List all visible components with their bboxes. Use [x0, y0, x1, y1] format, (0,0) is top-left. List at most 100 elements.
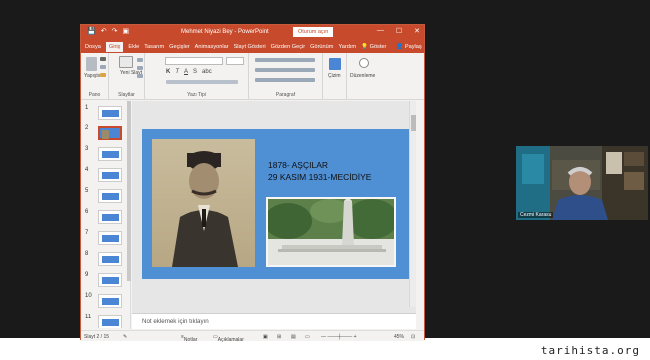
- slide-count: Slayt 2 / 15: [84, 334, 110, 340]
- slide-sorter-icon[interactable]: ⊞: [277, 334, 281, 340]
- slide-thumbnail[interactable]: 11: [85, 314, 125, 328]
- reset-icon[interactable]: [137, 66, 143, 70]
- tab-design[interactable]: Tasarım: [144, 44, 164, 50]
- font-group-label: Yazı Tipi: [187, 92, 206, 98]
- slides-group-label: Slaytlar: [118, 92, 135, 98]
- font-color-row[interactable]: [166, 80, 238, 84]
- spellcheck-icon[interactable]: ✎: [123, 334, 127, 340]
- portrait-image: [172, 151, 238, 267]
- paragraph-group-label: Paragraf: [275, 92, 296, 98]
- layout-icon[interactable]: [137, 58, 143, 62]
- slide-thumbnail[interactable]: 5: [85, 188, 125, 204]
- signin-button[interactable]: Oturum açın: [293, 27, 334, 37]
- thumbnail-scrollbar[interactable]: [127, 101, 131, 281]
- font-size-dropdown[interactable]: [226, 57, 244, 65]
- slide-thumbnail[interactable]: 3: [85, 146, 125, 162]
- slide-thumbnail[interactable]: 7: [85, 230, 125, 246]
- copy-icon[interactable]: [100, 65, 106, 69]
- format-painter-icon[interactable]: [100, 73, 106, 77]
- italic-button[interactable]: T: [175, 69, 179, 75]
- section-icon[interactable]: [137, 74, 143, 78]
- tab-help[interactable]: Yardım: [338, 44, 356, 50]
- lightbulb-icon: 💡: [361, 43, 369, 50]
- clipboard-group: Yapıştır Pano: [81, 53, 109, 100]
- tab-insert[interactable]: Ekle: [128, 44, 139, 50]
- window-title: Mehmet Niyazi Bey - PowerPoint: [181, 29, 269, 35]
- slide-text-box[interactable]: 1878- AŞÇILAR 29 KASIM 1931-MECİDİYE: [268, 159, 371, 183]
- shadow-button[interactable]: abc: [202, 69, 212, 75]
- bullets-icon[interactable]: [255, 58, 315, 62]
- strikethrough-button[interactable]: S: [193, 69, 197, 75]
- maximize-button[interactable]: ☐: [396, 27, 402, 35]
- undo-icon[interactable]: ↶: [101, 28, 107, 36]
- slide-scrollbar[interactable]: [409, 101, 416, 307]
- tab-animations[interactable]: Animasyonlar: [195, 44, 229, 50]
- share-icon: 👤: [396, 43, 404, 50]
- tab-review[interactable]: Gözden Geçir: [271, 44, 306, 50]
- watermark: tarihista.org: [540, 344, 640, 357]
- editing-label[interactable]: Düzenleme: [350, 73, 375, 79]
- current-slide[interactable]: 1878- AŞÇILAR 29 KASIM 1931-MECİDİYE: [142, 129, 412, 279]
- tellme-search[interactable]: 💡 Göster: [361, 44, 386, 50]
- normal-view-icon[interactable]: ▣: [263, 334, 268, 340]
- tab-file[interactable]: Dosya: [85, 44, 101, 50]
- slide-text-line: 1878- AŞÇILAR: [268, 160, 329, 170]
- text-direction-icon[interactable]: [255, 78, 315, 82]
- font-name-dropdown[interactable]: [165, 57, 223, 65]
- comments-button[interactable]: ▭ Açıklamalar: [213, 334, 244, 343]
- new-slide-icon[interactable]: [119, 56, 133, 68]
- paste-label: Yapıştır: [84, 73, 101, 79]
- slide-text-line: 29 KASIM 1931-MECİDİYE: [268, 172, 372, 182]
- drawing-group: Çizim: [323, 53, 347, 100]
- tab-slideshow[interactable]: Slayt Gösteri: [234, 44, 266, 50]
- slide-thumbnail[interactable]: 10: [85, 293, 125, 309]
- tab-transitions[interactable]: Geçişler: [169, 44, 190, 50]
- redo-icon[interactable]: ↷: [112, 28, 118, 36]
- powerpoint-window: 💾 ↶ ↷ ▣ Mehmet Niyazi Bey - PowerPoint O…: [80, 24, 425, 343]
- alignment-icon[interactable]: [255, 68, 315, 72]
- slide-thumbnail[interactable]: 9: [85, 272, 125, 288]
- bold-button[interactable]: K: [166, 69, 170, 75]
- memorial-photo[interactable]: [266, 197, 396, 267]
- find-icon[interactable]: [359, 58, 369, 68]
- notes-button[interactable]: ≡ Notlar: [181, 334, 197, 343]
- notes-field[interactable]: Not eklemek için tıklayın: [132, 313, 416, 329]
- ribbon-tabs: Dosya Giriş Ekle Tasarım Geçişler Animas…: [81, 40, 424, 53]
- start-slideshow-icon[interactable]: ▣: [122, 28, 129, 36]
- slide-thumbnail[interactable]: 1: [85, 105, 125, 121]
- close-button[interactable]: ✕: [414, 27, 420, 35]
- title-bar: 💾 ↶ ↷ ▣ Mehmet Niyazi Bey - PowerPoint O…: [81, 25, 424, 40]
- slide-editing-area: 1878- AŞÇILAR 29 KASIM 1931-MECİDİYE Not…: [132, 101, 416, 329]
- fit-to-window-icon[interactable]: ⊡: [411, 334, 415, 340]
- slide-thumbnail[interactable]: 8: [85, 251, 125, 267]
- slide-thumbnail-pane: 1 2 3 4 5 6 7 8 9 10 11: [81, 101, 131, 329]
- memorial-image: [268, 199, 394, 265]
- slideshow-view-icon[interactable]: ▭: [305, 334, 310, 340]
- slide-thumbnail-selected[interactable]: 2: [85, 125, 125, 141]
- tab-view[interactable]: Görünüm: [310, 44, 333, 50]
- quick-access-toolbar: 💾 ↶ ↷ ▣: [87, 28, 129, 36]
- reading-view-icon[interactable]: ▤: [291, 334, 296, 340]
- slides-group: Yeni Slayt Slaytlar: [109, 53, 145, 100]
- editing-group: Düzenleme: [347, 53, 381, 100]
- font-group: K T A S abc Yazı Tipi: [145, 53, 249, 100]
- drawing-label[interactable]: Çizim: [328, 73, 341, 79]
- portrait-photo[interactable]: [152, 139, 255, 267]
- slide-thumbnail[interactable]: 6: [85, 209, 125, 225]
- share-button[interactable]: 👤 Paylaş: [396, 44, 421, 50]
- participant-name: Cezmi Karasu: [518, 212, 554, 218]
- clipboard-group-label: Pano: [88, 92, 101, 98]
- minimize-button[interactable]: —: [377, 27, 384, 35]
- zoom-slider[interactable]: — ───┼─── +: [321, 334, 357, 340]
- tab-home[interactable]: Giriş: [105, 41, 124, 52]
- zoom-level[interactable]: 45%: [394, 334, 404, 340]
- underline-button[interactable]: A: [184, 69, 188, 75]
- slide-thumbnail[interactable]: 4: [85, 167, 125, 183]
- cut-icon[interactable]: [100, 57, 106, 61]
- participant-video-tile[interactable]: Cezmi Karasu: [516, 146, 648, 220]
- status-bar: Slayt 2 / 15 ✎ ≡ Notlar ▭ Açıklamalar ▣ …: [81, 330, 424, 343]
- shapes-icon[interactable]: [329, 58, 341, 70]
- paste-icon[interactable]: [86, 57, 97, 71]
- participant-video: [516, 146, 648, 220]
- save-icon[interactable]: 💾: [87, 28, 96, 36]
